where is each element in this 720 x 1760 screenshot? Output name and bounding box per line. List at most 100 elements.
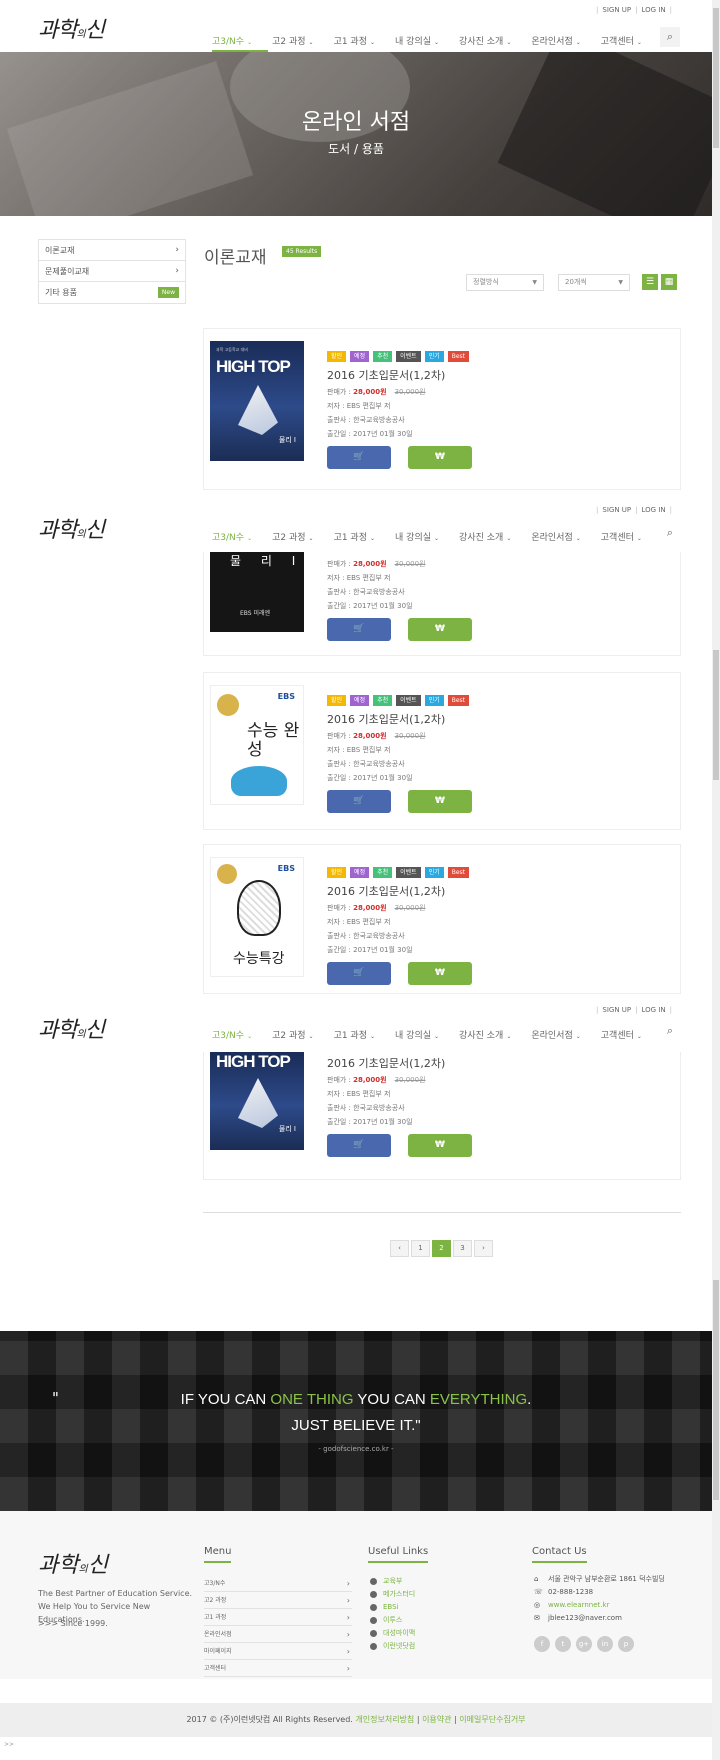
nav-item-grade2[interactable]: 고2 과정 ⌄ (272, 530, 313, 543)
contact-email[interactable]: ✉ jblee123@naver.com (534, 1612, 665, 1625)
book-cover-high-top[interactable]: HIGH TOP 물리 I (210, 1052, 304, 1150)
footer-since: >>> Since 1999. (38, 1619, 108, 1628)
privacy-policy-link[interactable]: 개인정보처리방침 (355, 1715, 414, 1724)
footer-menu-item[interactable]: 마이페이지 › (204, 1643, 352, 1660)
footer-link[interactable]: EBSi (370, 1601, 415, 1614)
product-title[interactable]: 2016 기초입문서(1,2차) (327, 711, 472, 727)
footer-link[interactable]: 이런넷닷컴 (370, 1640, 415, 1653)
product-card[interactable]: HIGH TOP 물리 I 2016 기초입문서(1,2차) 판매가 : 28,… (203, 1052, 681, 1180)
footer-menu-item[interactable]: 고1 과정 › (204, 1609, 352, 1626)
book-cover-high-top[interactable]: 과학 고등학교 대비 HIGH TOP 물리 I (210, 341, 304, 461)
nav-item-grade3[interactable]: 고3/N수 ⌄ (212, 34, 252, 47)
nav-item-grade1[interactable]: 고1 과정 ⌄ (334, 530, 375, 543)
login-link[interactable]: LOG IN (638, 506, 670, 514)
nav-item-my-lectures[interactable]: 내 강의실 ⌄ (395, 1028, 439, 1041)
nav-item-my-lectures[interactable]: 내 강의실 ⌄ (395, 34, 439, 47)
signup-link[interactable]: SIGN UP (598, 1006, 635, 1014)
signup-link[interactable]: SIGN UP (598, 506, 635, 514)
pagination-prev[interactable]: ‹ (390, 1240, 409, 1257)
search-icon[interactable]: ⌕ (660, 523, 680, 543)
pagination-page[interactable]: 3 (453, 1240, 472, 1257)
nav-item-grade2[interactable]: 고2 과정 ⌄ (272, 1028, 313, 1041)
buy-now-button[interactable]: ₩ (408, 962, 472, 985)
site-logo[interactable]: 과학의신 (38, 1012, 105, 1044)
add-to-cart-button[interactable]: 🛒 (327, 790, 391, 813)
nav-item-bookstore[interactable]: 온라인서점 ⌄ (531, 34, 580, 47)
pagination-page[interactable]: 1 (411, 1240, 430, 1257)
footer-menu-item[interactable]: 고객센터 › (204, 1660, 352, 1677)
page-scrollbar[interactable] (712, 0, 720, 1760)
add-to-cart-button[interactable]: 🛒 (327, 1134, 391, 1157)
nav-item-instructors[interactable]: 강사진 소개 ⌄ (459, 1028, 511, 1041)
book-cover-suneung-wansung[interactable]: EBS 수능 완성 (210, 685, 304, 805)
footer-link[interactable]: 이투스 (370, 1614, 415, 1627)
nav-item-support[interactable]: 고객센터 ⌄ (601, 530, 642, 543)
nav-item-grade3[interactable]: 고3/N수 ⌄ (212, 530, 252, 543)
list-view-icon[interactable]: ☰ (642, 274, 658, 290)
footer-logo[interactable]: 과학의신 (38, 1547, 108, 1579)
scrollbar-thumb-3[interactable] (713, 1280, 719, 1500)
product-title[interactable]: 2016 기초입문서(1,2차) (327, 367, 472, 383)
nav-item-support[interactable]: 고객센터 ⌄ (601, 1028, 642, 1041)
sidebar-item-theory[interactable]: 이론교재 › (39, 240, 185, 261)
linkedin-icon[interactable]: in (597, 1636, 613, 1652)
buy-now-button[interactable]: ₩ (408, 618, 472, 641)
cart-icon: 🛒 (353, 452, 365, 462)
chevron-right-icon: › (175, 245, 179, 255)
search-icon[interactable]: ⌕ (660, 1021, 680, 1041)
login-link[interactable]: LOG IN (638, 1006, 670, 1014)
add-to-cart-button[interactable]: 🛒 (327, 446, 391, 469)
pinterest-icon[interactable]: p (618, 1636, 634, 1652)
footer-menu-item[interactable]: 고2 과정 › (204, 1592, 352, 1609)
book-cover-physics[interactable]: 물 리 I EBS 미래엔 (210, 552, 304, 632)
buy-now-button[interactable]: ₩ (408, 446, 472, 469)
nav-item-bookstore[interactable]: 온라인서점 ⌄ (531, 530, 580, 543)
pagination-page-active[interactable]: 2 (432, 1240, 451, 1257)
facebook-icon[interactable]: f (534, 1636, 550, 1652)
email-policy-link[interactable]: 이메일무단수집거부 (459, 1715, 525, 1724)
product-card[interactable]: 물 리 I EBS 미래엔 판매가 : 28,000원 30,000원 저자 : … (203, 552, 681, 656)
scrollbar-thumb-2[interactable] (713, 650, 719, 780)
login-link[interactable]: LOG IN (638, 6, 670, 14)
nav-item-grade1[interactable]: 고1 과정 ⌄ (334, 1028, 375, 1041)
footer-link[interactable]: 메가스터디 (370, 1588, 415, 1601)
footer-menu-item[interactable]: 온라인서점 › (204, 1626, 352, 1643)
scrollbar-thumb[interactable] (713, 8, 719, 148)
nav-item-grade2[interactable]: 고2 과정 ⌄ (272, 34, 313, 47)
footer-menu-item[interactable]: 고3/N수 › (204, 1575, 352, 1592)
product-card[interactable]: EBS 수능 완성 할인 예정 추천 이벤트 인기 Best 2016 기초입문… (203, 672, 681, 830)
nav-item-instructors[interactable]: 강사진 소개 ⌄ (459, 34, 511, 47)
sidebar-item-problems[interactable]: 문제풀이교재 › (39, 261, 185, 282)
nav-item-grade3[interactable]: 고3/N수 ⌄ (212, 1028, 252, 1041)
nav-item-grade1[interactable]: 고1 과정 ⌄ (334, 34, 375, 47)
nav-item-bookstore[interactable]: 온라인서점 ⌄ (531, 1028, 580, 1041)
buy-now-button[interactable]: ₩ (408, 1134, 472, 1157)
twitter-icon[interactable]: t (555, 1636, 571, 1652)
footer-link[interactable]: 대성마이맥 (370, 1627, 415, 1640)
sort-select[interactable]: 정렬방식 ▼ (466, 274, 544, 291)
buy-now-button[interactable]: ₩ (408, 790, 472, 813)
per-page-select[interactable]: 20개씩 ▼ (558, 274, 630, 291)
product-title[interactable]: 2016 기초입문서(1,2차) (327, 1055, 472, 1071)
add-to-cart-button[interactable]: 🛒 (327, 962, 391, 985)
signup-link[interactable]: SIGN UP (598, 6, 635, 14)
nav-item-instructors[interactable]: 강사진 소개 ⌄ (459, 530, 511, 543)
site-logo[interactable]: 과학의신 (38, 12, 105, 44)
add-to-cart-button[interactable]: 🛒 (327, 618, 391, 641)
search-icon[interactable]: ⌕ (660, 27, 680, 47)
pagination-next[interactable]: › (474, 1240, 493, 1257)
nav-item-support[interactable]: 고객센터 ⌄ (601, 34, 642, 47)
sidebar-item-goods[interactable]: 기타 용품 New (39, 282, 185, 303)
footer-link[interactable]: 교육부 (370, 1575, 415, 1588)
terms-link[interactable]: 이용약관 (422, 1715, 451, 1724)
product-title[interactable]: 2016 기초입문서(1,2차) (327, 883, 472, 899)
grid-view-icon[interactable]: ▦ (661, 274, 677, 290)
product-card[interactable]: 과학 고등학교 대비 HIGH TOP 물리 I 할인 예정 추천 이벤트 인기… (203, 328, 681, 490)
product-card[interactable]: EBS 수능특강 할인 예정 추천 이벤트 인기 Best 2016 기초입문서… (203, 844, 681, 994)
product-price: 판매가 : 28,000원 30,000원 (327, 388, 426, 396)
site-logo[interactable]: 과학의신 (38, 512, 105, 544)
google-plus-icon[interactable]: g+ (576, 1636, 592, 1652)
contact-web[interactable]: ◎ www.elearnnet.kr (534, 1599, 665, 1612)
nav-item-my-lectures[interactable]: 내 강의실 ⌄ (395, 530, 439, 543)
book-cover-suneung-teukgang[interactable]: EBS 수능특강 (210, 857, 304, 977)
